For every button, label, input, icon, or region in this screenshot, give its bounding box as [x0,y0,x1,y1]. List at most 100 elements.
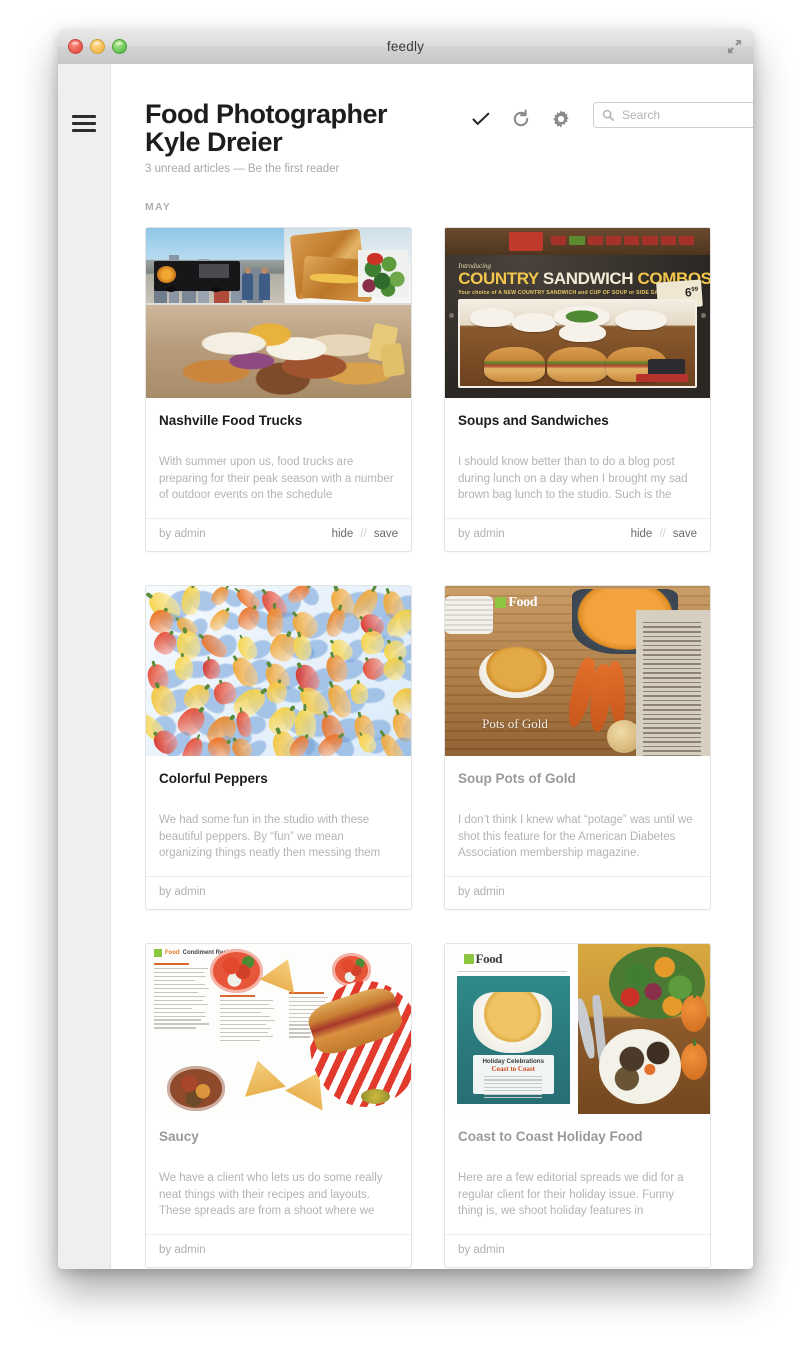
article-snippet: I don’t think I knew what “potage” was u… [458,814,693,859]
salsa-bowl [209,949,263,994]
peppers-photo [146,586,411,756]
window-titlebar[interactable]: feedly [58,29,753,65]
app-window: feedly Food Photographer Kyle Dreier 3 u… [58,29,753,1269]
article-snippet: We had some fun in the studio with these… [159,814,381,859]
window-body: Food Photographer Kyle Dreier 3 unread a… [58,64,753,1269]
action-separator: // [659,528,666,540]
combo-photo [458,299,697,388]
article-thumbnail[interactable]: Food Holiday Celebrations Coast to Coast [445,944,710,1114]
article-footer: by admin [146,1234,411,1267]
feed-header: Food Photographer Kyle Dreier 3 unread a… [111,64,753,175]
article-title[interactable]: Coast to Coast Holiday Food [458,1128,697,1145]
hamburger-bar [72,115,96,118]
search-box[interactable] [593,102,753,128]
article-actions: hide // save [631,528,697,540]
squash-soup-photo: Holiday Celebrations Coast to Coast [456,976,570,1104]
pumpkin [680,991,708,1033]
hamburger-icon[interactable] [72,115,96,132]
article-title[interactable]: Saucy [159,1128,398,1145]
restaurant-logo [508,231,544,252]
refresh-icon[interactable] [511,109,531,129]
pickle-slice [360,1088,390,1104]
holiday-food-spread: Food Holiday Celebrations Coast to Coast [445,944,710,1114]
article-thumbnail[interactable]: Food Pots of Gold [445,586,710,756]
article-card[interactable]: Introducing COUNTRY SANDWICH COMBOS Your… [444,227,711,552]
article-footer: by admin [445,1234,710,1267]
sidebar [58,64,111,1269]
article-title[interactable]: Soups and Sandwiches [458,412,697,429]
spread-headline: Pots of Gold [482,716,548,732]
learn-more-button[interactable] [636,374,688,383]
site-nav-bar [445,228,710,256]
pumpkin [680,1038,708,1080]
fullscreen-icon[interactable] [727,39,742,54]
unread-status: 3 unread articles — Be the first reader [145,163,340,175]
wild-rice-dish [598,1029,681,1104]
check-icon[interactable] [471,109,491,129]
logo-text: Food [475,950,503,966]
article-body: Nashville Food Trucks With summer upon u… [146,398,411,504]
logo-text: Food [164,950,180,957]
article-card[interactable]: Nashville Food Trucks With summer upon u… [145,227,412,552]
article-snippet: I should know better than to do a blog p… [458,456,688,501]
save-button[interactable]: save [673,528,697,540]
hamburger-bar [72,122,96,125]
article-card[interactable]: Food Pots of Gold Soup Pots of Gold I do… [444,585,711,910]
spread-right-page [577,944,710,1114]
article-actions: hide // save [332,528,398,540]
carousel-next-dot[interactable] [701,313,707,318]
soup-bowl [472,991,552,1053]
pepper [266,607,283,637]
hamburger-bar [72,129,96,132]
recipe-column [220,995,278,1044]
article-card[interactable]: Food Condiment Recipes Saucy We have a c… [145,943,412,1268]
window-title: feedly [386,39,425,54]
article-footer: by admin [146,876,411,909]
search-icon [602,109,614,121]
article-thumbnail[interactable] [146,586,411,756]
article-body: Soup Pots of Gold I don’t think I knew w… [445,756,710,862]
pots-of-gold-spread: Food Pots of Gold [445,586,710,756]
article-author: by admin [458,1244,505,1256]
article-author: by admin [159,1244,206,1256]
article-title[interactable]: Colorful Peppers [159,770,398,787]
carousel-prev-dot[interactable] [448,313,454,318]
logo-square-icon [495,597,507,608]
article-title[interactable]: Nashville Food Trucks [159,412,398,429]
caption-line-2: Coast to Coast [491,1065,536,1074]
article-snippet: With summer upon us, food trucks are pre… [159,456,394,501]
soup-bowl [479,647,554,699]
condiment-recipes-spread: Food Condiment Recipes [146,944,411,1114]
article-thumbnail[interactable] [146,228,411,398]
article-author: by admin [458,528,505,540]
article-author: by admin [159,886,206,898]
logo-square-icon [153,949,162,958]
article-body: Colorful Peppers We had some fun in the … [146,756,411,862]
article-footer: by admin hide // save [146,518,411,551]
price-value: 699 [684,284,699,300]
spread-left-page: Food Holiday Celebrations Coast to Coast [445,944,579,1114]
grilled-sandwich-photo [285,228,411,303]
article-thumbnail[interactable]: Food Condiment Recipes [146,944,411,1114]
save-button[interactable]: save [374,528,398,540]
divider [458,971,567,973]
gear-icon[interactable] [551,109,571,129]
article-card[interactable]: Food Holiday Celebrations Coast to Coast [444,943,711,1268]
article-thumbnail[interactable]: Introducing COUNTRY SANDWICH COMBOS Your… [445,228,710,398]
hide-button[interactable]: hide [631,528,653,540]
screenshot-canvas: feedly Food Photographer Kyle Dreier 3 u… [0,0,811,1347]
nav-items [551,236,695,245]
month-label: MAY [145,201,171,213]
caption-line-1: Holiday Celebrations [482,1058,545,1066]
recipe-column [635,609,710,756]
chili-bowl [167,1066,226,1111]
article-footer: by admin [445,876,710,909]
food-magazine-logo: Food [495,595,537,611]
header-toolbar [471,109,571,129]
article-title[interactable]: Soup Pots of Gold [458,770,697,787]
pepper [180,586,203,616]
article-card[interactable]: Colorful Peppers We had some fun in the … [145,585,412,910]
content-area: Food Photographer Kyle Dreier 3 unread a… [111,64,753,1269]
search-input[interactable] [620,107,753,123]
hide-button[interactable]: hide [332,528,354,540]
